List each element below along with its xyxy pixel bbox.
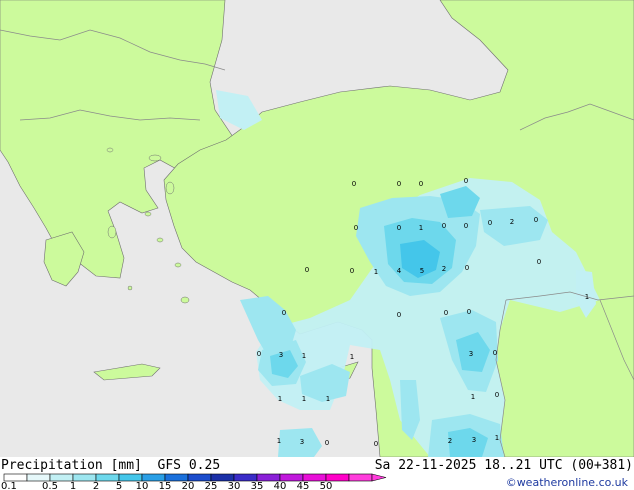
precip-value-label: 0: [305, 266, 309, 274]
precip-value-label: 0: [537, 258, 541, 266]
legend-label: 30: [228, 481, 241, 490]
precip-value-label: 2: [448, 437, 452, 445]
legend-label: 50: [320, 481, 333, 490]
precip-value-label: 1: [326, 395, 330, 403]
precip-value-label: 0: [464, 177, 468, 185]
legend-color-box: [210, 473, 235, 482]
precip-value-label: 3: [300, 438, 304, 446]
precip-value-label: 0: [493, 349, 497, 357]
precip-value-label: 0: [282, 309, 286, 317]
legend-color-box: [72, 473, 97, 482]
precip-value-label: 1: [585, 293, 589, 301]
legend-label: 35: [251, 481, 264, 490]
legend-color-box: [302, 473, 327, 482]
precip-value-label: 0: [257, 350, 261, 358]
precip-value-label: 0: [374, 440, 378, 448]
precip-value-label: 0: [444, 309, 448, 317]
legend-label: 20: [182, 481, 195, 490]
precip-value-label: 0: [352, 180, 356, 188]
precip-value-label: 1: [350, 353, 354, 361]
legend-label: 0.5: [42, 481, 58, 490]
legend-color-box: [118, 473, 143, 482]
precip-value-label: 0: [397, 180, 401, 188]
legend-color-box: [141, 473, 166, 482]
precip-value-label: 0: [350, 267, 354, 275]
precip-value-label: 0: [467, 308, 471, 316]
precip-value-label: 0: [488, 219, 492, 227]
map-footer: 0.1 0.5 1 2 5 10 15 20 25 30 35 40 45 50 Precipitatio…: [0, 457, 634, 490]
precip-value-label: 1: [302, 395, 306, 403]
legend-label: 0.1: [1, 481, 17, 490]
precip-value-label: 2: [442, 265, 446, 273]
precip-value-label: 0: [397, 224, 401, 232]
precip-value-label: 3: [472, 436, 476, 444]
legend-color-box: [256, 473, 281, 482]
map-title: Precipitation [mm] GFS 0.25: [1, 458, 221, 473]
legend-color-scale: [3, 473, 387, 482]
legend-color-box: [95, 473, 120, 482]
precip-value-label: 1: [374, 268, 378, 276]
precipitation-map: 0 0 0 0 0 0 1 0 0 0 2 0 0 0 1 4 5 2 0 0 0 0 0 0 1 0 3 1 1 3 0 1 1 1 1 0 1 3 0 0…: [0, 0, 634, 457]
precip-value-label: 1: [419, 224, 423, 232]
legend-label: 45: [297, 481, 310, 490]
legend-arrow: [371, 473, 387, 482]
legend-color-box: [3, 473, 28, 482]
precip-value-label: 0: [534, 216, 538, 224]
legend-label: 40: [274, 481, 287, 490]
precip-value-label: 0: [464, 222, 468, 230]
precip-value-label: 0: [419, 180, 423, 188]
legend-color-box: [187, 473, 212, 482]
legend-label: 5: [116, 481, 122, 490]
precip-value-label: 2: [510, 218, 514, 226]
precip-value-label: 0: [495, 391, 499, 399]
legend-label: 1: [70, 481, 76, 490]
legend-scale-labels: 0.1 0.5 1 2 5 10 15 20 25 30 35 40 45 50: [1, 481, 332, 490]
precip-value-label: 0: [465, 264, 469, 272]
precip-value-label: 1: [278, 395, 282, 403]
legend-color-box: [348, 473, 373, 482]
precip-value-label: 4: [397, 267, 402, 275]
legend-color-box: [233, 473, 258, 482]
legend-color-box: [279, 473, 304, 482]
precip-value-label: 3: [279, 351, 283, 359]
precip-value-label: 0: [325, 439, 329, 447]
legend-color-box: [325, 473, 350, 482]
precip-value-label: 1: [302, 352, 306, 360]
legend-label: 2: [93, 481, 99, 490]
precip-value-label: 5: [420, 267, 424, 275]
precip-value-label: 0: [397, 311, 401, 319]
precip-value-label: 1: [495, 434, 499, 442]
precip-value-label: 1: [277, 437, 281, 445]
forecast-datetime: Sa 22-11-2025 18..21 UTC (00+381): [374, 458, 633, 473]
map-canvas: 0 0 0 0 0 0 1 0 0 0 2 0 0 0 1 4 5 2 0 0 0 0 0 0 1 0 3 1 1 3 0 1 1 1 1 0 1 3 0 0…: [0, 0, 634, 457]
precip-value-label: 3: [469, 350, 473, 358]
credit-link[interactable]: ©weatheronline.co.uk: [506, 476, 628, 489]
legend-color-box: [164, 473, 189, 482]
legend-label: 25: [205, 481, 218, 490]
precip-value-label: 0: [442, 222, 446, 230]
legend-color-box: [26, 473, 51, 482]
legend-color-box: [49, 473, 74, 482]
legend-label: 10: [136, 481, 149, 490]
legend-label: 15: [159, 481, 172, 490]
precip-value-label: 0: [354, 224, 358, 232]
precip-value-label: 1: [471, 393, 475, 401]
